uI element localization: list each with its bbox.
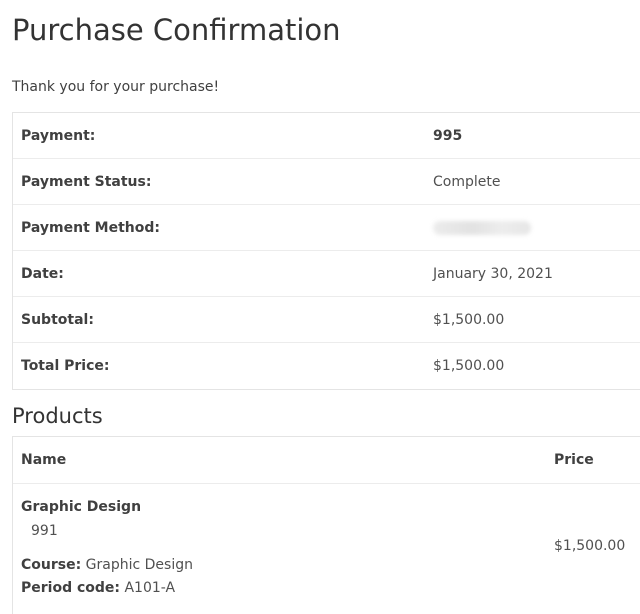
- receipt-label: Total Price:: [21, 358, 110, 374]
- course-label: Course:: [21, 557, 82, 573]
- total-price-value: $1,500.00: [433, 358, 505, 374]
- column-header-price: Price: [554, 452, 594, 468]
- products-table: Name Price Graphic Design 991 Course: Gr…: [12, 436, 640, 614]
- subtotal-value: $1,500.00: [433, 311, 505, 328]
- payment-method-value: [433, 220, 531, 236]
- period-code-label: Period code:: [21, 580, 121, 596]
- receipt-table: Payment: 995 Payment Status: Complete Pa…: [12, 112, 640, 390]
- receipt-row-payment: Payment: 995: [13, 113, 640, 159]
- period-code-line: Period code: A101-A: [21, 577, 554, 600]
- payment-id-value: 995: [433, 127, 463, 144]
- course-value: Graphic Design: [85, 557, 193, 573]
- product-info: Graphic Design 991 Course: Graphic Desig…: [13, 484, 554, 600]
- date-value: January 30, 2021: [433, 265, 553, 282]
- receipt-row-total-price: Total Price: $1,500.00: [13, 343, 640, 389]
- receipt-row-payment-status: Payment Status: Complete: [13, 159, 640, 205]
- products-section-title: Products: [12, 404, 103, 428]
- receipt-row-date: Date: January 30, 2021: [13, 251, 640, 297]
- receipt-row-payment-method: Payment Method:: [13, 205, 640, 251]
- receipt-label: Subtotal:: [21, 311, 94, 328]
- receipt-label: Payment Status:: [21, 173, 152, 190]
- column-header-name: Name: [21, 452, 67, 468]
- payment-status-value: Complete: [433, 173, 501, 190]
- product-price: $1,500.00: [554, 538, 626, 554]
- page-title: Purchase Confirmation: [12, 13, 341, 47]
- period-code-value: A101-A: [124, 580, 176, 596]
- products-table-header: Name Price: [13, 437, 640, 484]
- product-row: Graphic Design 991 Course: Graphic Desig…: [13, 484, 640, 614]
- blurred-payment-method: [433, 220, 531, 235]
- course-line: Course: Graphic Design: [21, 554, 554, 577]
- product-id: 991: [31, 523, 58, 539]
- receipt-label: Date:: [21, 265, 64, 282]
- product-name: Graphic Design: [21, 499, 142, 515]
- thank-you-message: Thank you for your purchase!: [12, 79, 220, 95]
- receipt-label: Payment:: [21, 127, 96, 144]
- receipt-row-subtotal: Subtotal: $1,500.00: [13, 297, 640, 343]
- receipt-label: Payment Method:: [21, 219, 160, 236]
- product-meta: Course: Graphic Design Period code: A101…: [21, 554, 554, 600]
